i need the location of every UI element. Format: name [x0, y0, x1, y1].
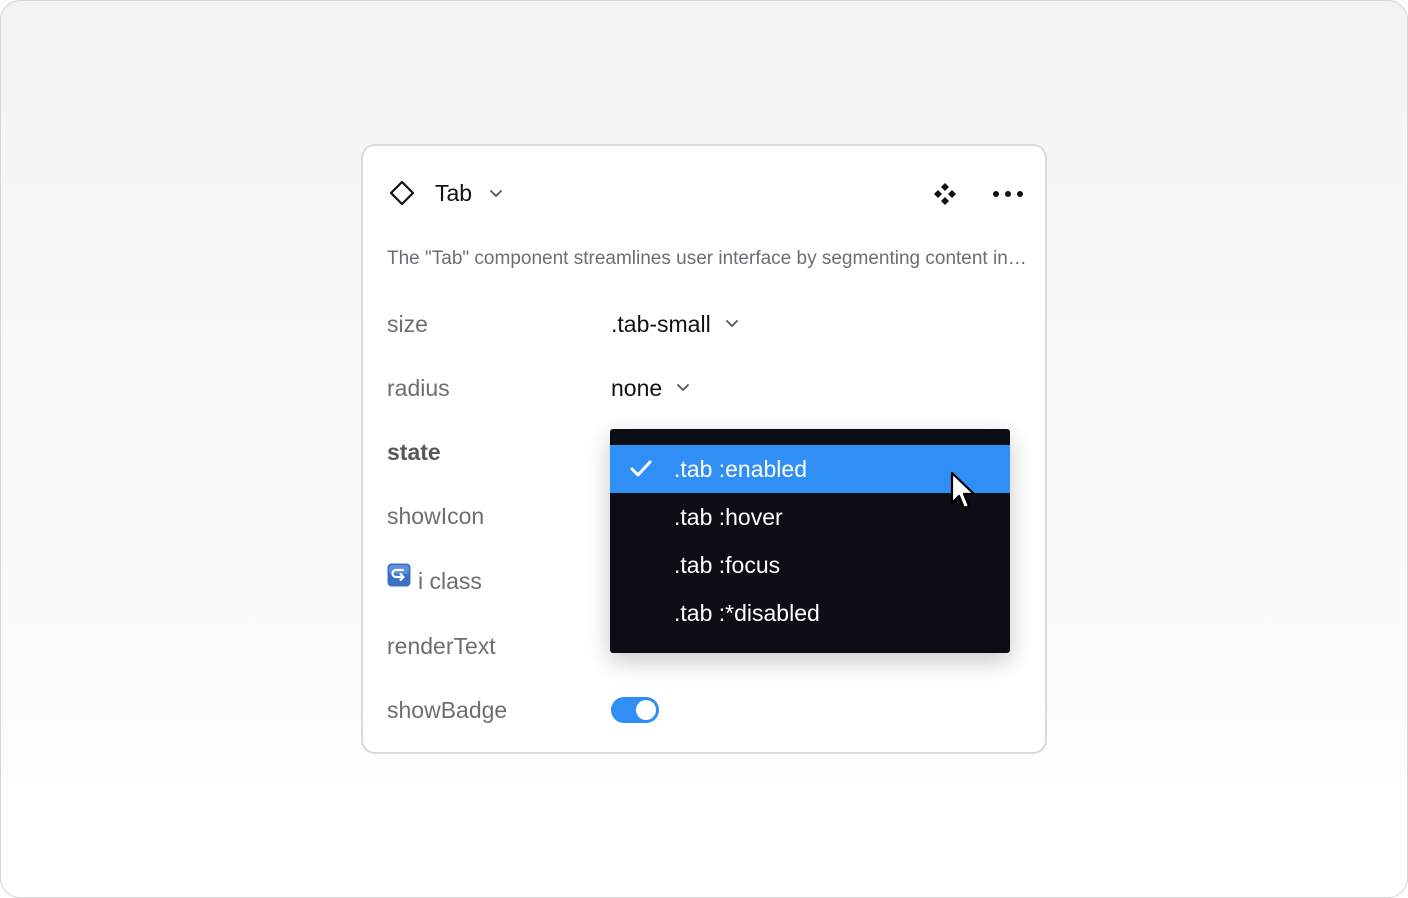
size-select[interactable]: .tab-small: [611, 310, 739, 338]
state-option-label: .tab :enabled: [674, 456, 808, 482]
state-option-label: .tab :hover: [674, 504, 783, 530]
prop-label-size: size: [387, 311, 428, 337]
instance-swap-icon[interactable]: [387, 563, 411, 587]
chevron-down-icon[interactable]: [489, 186, 503, 200]
radius-value: none: [611, 375, 663, 401]
toggle-knob: [636, 700, 656, 720]
prop-label-radius: radius: [387, 375, 450, 401]
mouse-cursor-icon: [950, 471, 976, 510]
state-option-label: .tab :focus: [674, 552, 781, 578]
chevron-down-icon: [677, 384, 690, 391]
prop-label-rendertext: renderText: [387, 633, 496, 659]
showbadge-toggle[interactable]: [611, 697, 659, 723]
prop-label-iclass: i class: [418, 568, 482, 594]
state-option-label: .tab :*disabled: [674, 600, 820, 626]
state-option-disabled[interactable]: .tab :*disabled: [610, 589, 1010, 637]
size-value: .tab-small: [611, 311, 711, 337]
component-variants-icon[interactable]: [933, 182, 957, 206]
prop-label-showicon: showIcon: [387, 503, 485, 529]
component-description: The "Tab" component streamlines user int…: [387, 248, 1027, 269]
state-option-focus[interactable]: .tab :focus: [610, 541, 1010, 589]
prop-row-size: size .tab-small: [363, 304, 1045, 344]
component-name[interactable]: Tab: [435, 179, 472, 207]
diamond-outline-icon: [389, 180, 415, 206]
checkmark-icon: [630, 460, 652, 477]
more-horizontal-icon[interactable]: [991, 184, 1025, 204]
prop-row-showbadge: showBadge: [363, 690, 1045, 730]
chevron-down-icon: [725, 320, 738, 327]
canvas-frame: Tab The "Tab" component streamlines user…: [0, 0, 1408, 898]
panel-header: Tab: [363, 146, 1045, 242]
radius-select[interactable]: none: [611, 374, 690, 402]
prop-label-showbadge: showBadge: [387, 697, 508, 723]
prop-row-radius: radius none: [363, 368, 1045, 408]
prop-label-state: state: [387, 439, 441, 465]
state-dropdown-menu: .tab :enabled .tab :hover .tab :focus .t…: [610, 429, 1010, 653]
